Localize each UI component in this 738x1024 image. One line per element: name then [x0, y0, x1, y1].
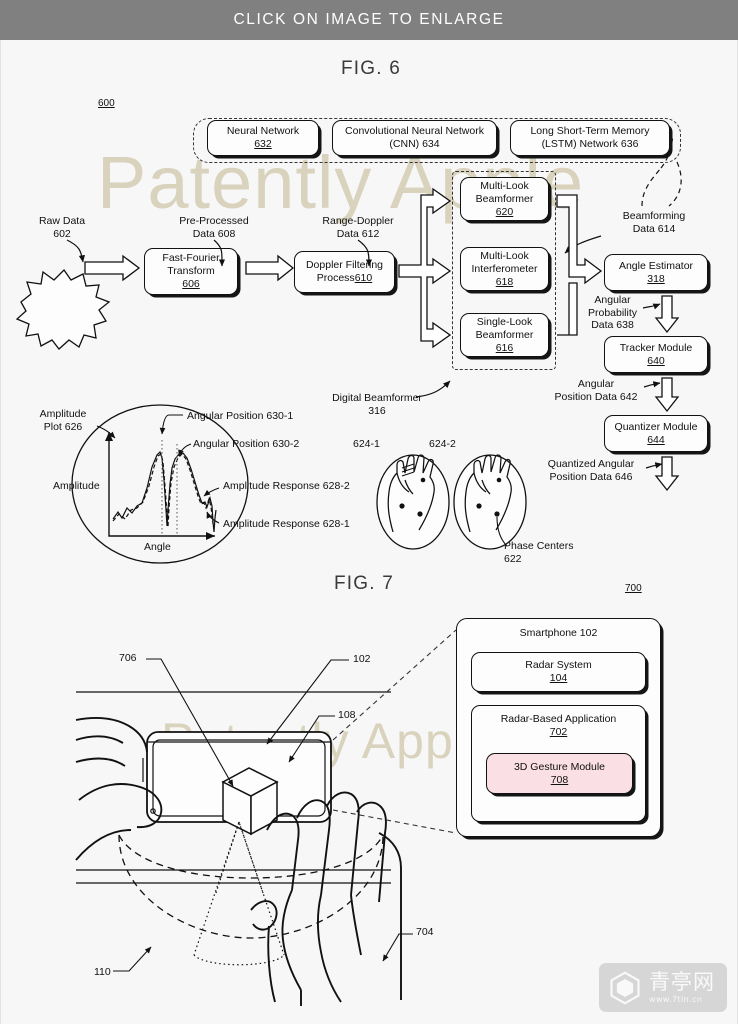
box-gesture-label: 3D Gesture Module [513, 760, 606, 773]
box-gesture-num: 708 [550, 773, 569, 786]
callout-fig7-108: 108 [338, 709, 356, 721]
callout-digital-beamformer: Digital Beamformer 316 [332, 392, 422, 417]
box-fft-line2: Transform [167, 265, 215, 277]
box-radar-system-label: Radar System [525, 659, 592, 671]
fig7-reference-number: 700 [625, 583, 642, 594]
box-doppler-num: 610 [354, 272, 373, 284]
box-doppler-line1: Doppler Filtering [305, 259, 384, 271]
hexagon-logo-icon [607, 970, 643, 1006]
plot-y-axis-label: Amplitude [53, 480, 100, 492]
callout-amplitude-response-628-1: Amplitude Response 628-1 [223, 518, 350, 530]
callout-fig7-706: 706 [119, 652, 137, 664]
site-watermark-badge: 青亭网 www.7tin.cn [599, 963, 727, 1012]
box-slb-line1: Single-Look [476, 315, 533, 328]
box-neural-network-num: 632 [254, 138, 272, 150]
box-mlb-line1: Multi-Look [480, 179, 529, 192]
callout-fig7-704: 704 [416, 926, 434, 938]
box-slb-num: 616 [495, 341, 514, 354]
box-angle-estimator-num: 318 [647, 272, 665, 285]
box-multi-look-beamformer[interactable]: Multi-Look Beamformer 620 [460, 177, 549, 221]
callout-hand-624-1: 624-1 [353, 438, 380, 450]
box-fft-line1: Fast-Fourier [162, 252, 220, 264]
fig6-title: FIG. 6 [341, 58, 401, 79]
callout-fig7-110: 110 [94, 966, 111, 978]
banner-label: CLICK ON IMAGE TO ENLARGE [233, 11, 505, 28]
box-radar-app-num: 702 [549, 726, 568, 738]
screenshot-root: CLICK ON IMAGE TO ENLARGE FIG. 6 600 Pat… [0, 0, 738, 1024]
box-quantizer-num: 644 [647, 433, 665, 446]
box-angle-estimator[interactable]: Angle Estimator 318 [604, 254, 708, 291]
box-tracker-module[interactable]: Tracker Module 640 [604, 336, 708, 373]
box-radar-system[interactable]: Radar System 104 [471, 652, 646, 692]
box-multi-look-interferometer[interactable]: Multi-Look Interferometer 618 [460, 247, 549, 291]
plot-x-axis-label: Angle [144, 541, 171, 553]
box-doppler-line2: Process [316, 272, 355, 284]
box-mli-num: 618 [495, 275, 514, 288]
callout-raw-data: Raw Data 602 [38, 215, 86, 240]
box-tracker-num: 640 [647, 354, 665, 367]
box-neural-network[interactable]: Neural Network 632 [207, 120, 319, 156]
box-3d-gesture-module[interactable]: 3D Gesture Module 708 [486, 753, 633, 794]
patent-figure-page: FIG. 6 600 Patently Apple Neural Network… [0, 40, 738, 1024]
box-quantizer-module[interactable]: Quantizer Module 644 [604, 415, 708, 452]
callout-beamforming-data: Beamforming Data 614 [622, 210, 686, 235]
box-cnn-label: Convolutional Neural Network [345, 125, 484, 137]
callout-phase-centers: Phase Centers 622 [504, 540, 574, 565]
callout-preprocessed-data: Pre-Processed Data 608 [179, 215, 249, 240]
box-fast-fourier-transform[interactable]: Fast-Fourier Transform 606 [144, 248, 238, 295]
box-convolutional-neural-network[interactable]: Convolutional Neural Network (CNN) 634 [332, 120, 497, 156]
callout-amplitude-response-628-2: Amplitude Response 628-2 [223, 480, 350, 492]
callout-angular-position-data: Angular Position Data 642 [554, 378, 638, 403]
box-smartphone-label: Smartphone 102 [519, 627, 598, 639]
badge-cn-text: 青亭网 [649, 969, 715, 994]
box-neural-network-label: Neural Network [226, 125, 300, 137]
box-lstm-label: Long Short-Term Memory [530, 125, 650, 137]
callout-quantized-angular-position-data: Quantized Angular Position Data 646 [547, 458, 635, 483]
box-quantizer-label: Quantizer Module [614, 420, 698, 433]
callout-hand-624-2: 624-2 [429, 438, 456, 450]
callout-amplitude-plot: Amplitude Plot 626 [39, 408, 87, 433]
box-mlb-num: 620 [495, 205, 514, 218]
callout-angular-position-630-2: Angular Position 630-2 [193, 438, 300, 450]
badge-url-text: www.7tin.cn [649, 994, 703, 1004]
callout-range-doppler-data: Range-Doppler Data 612 [322, 215, 394, 240]
callout-angular-position-630-1: Angular Position 630-1 [187, 410, 294, 422]
box-mli-line1: Multi-Look [480, 249, 529, 262]
box-tracker-label: Tracker Module [619, 341, 693, 354]
box-angle-estimator-label: Angle Estimator [618, 259, 694, 272]
box-mli-line2: Interferometer [471, 262, 538, 275]
box-single-look-beamformer[interactable]: Single-Look Beamformer 616 [460, 313, 549, 357]
fig7-title: FIG. 7 [334, 573, 394, 594]
box-fft-num: 606 [182, 278, 200, 290]
box-radar-system-num: 104 [549, 672, 568, 684]
box-slb-line2: Beamformer [475, 328, 534, 341]
callout-angular-probability-data: Angular Probability Data 638 [587, 294, 638, 331]
fig6-reference-number: 600 [98, 98, 115, 109]
box-doppler-filtering-process[interactable]: Doppler Filtering Process610 [294, 251, 395, 293]
callout-fig7-102: 102 [353, 653, 371, 665]
box-lstm-num: (LSTM) Network 636 [541, 138, 639, 150]
box-cnn-num: (CNN) 634 [389, 138, 440, 150]
box-radar-app-label: Radar-Based Application [500, 713, 617, 725]
click-to-enlarge-banner[interactable]: CLICK ON IMAGE TO ENLARGE [0, 0, 738, 40]
watermark-patently-apple-bottom: Patently Apple [161, 713, 495, 769]
box-mlb-line2: Beamformer [475, 192, 534, 205]
box-lstm-network[interactable]: Long Short-Term Memory (LSTM) Network 636 [510, 120, 670, 156]
